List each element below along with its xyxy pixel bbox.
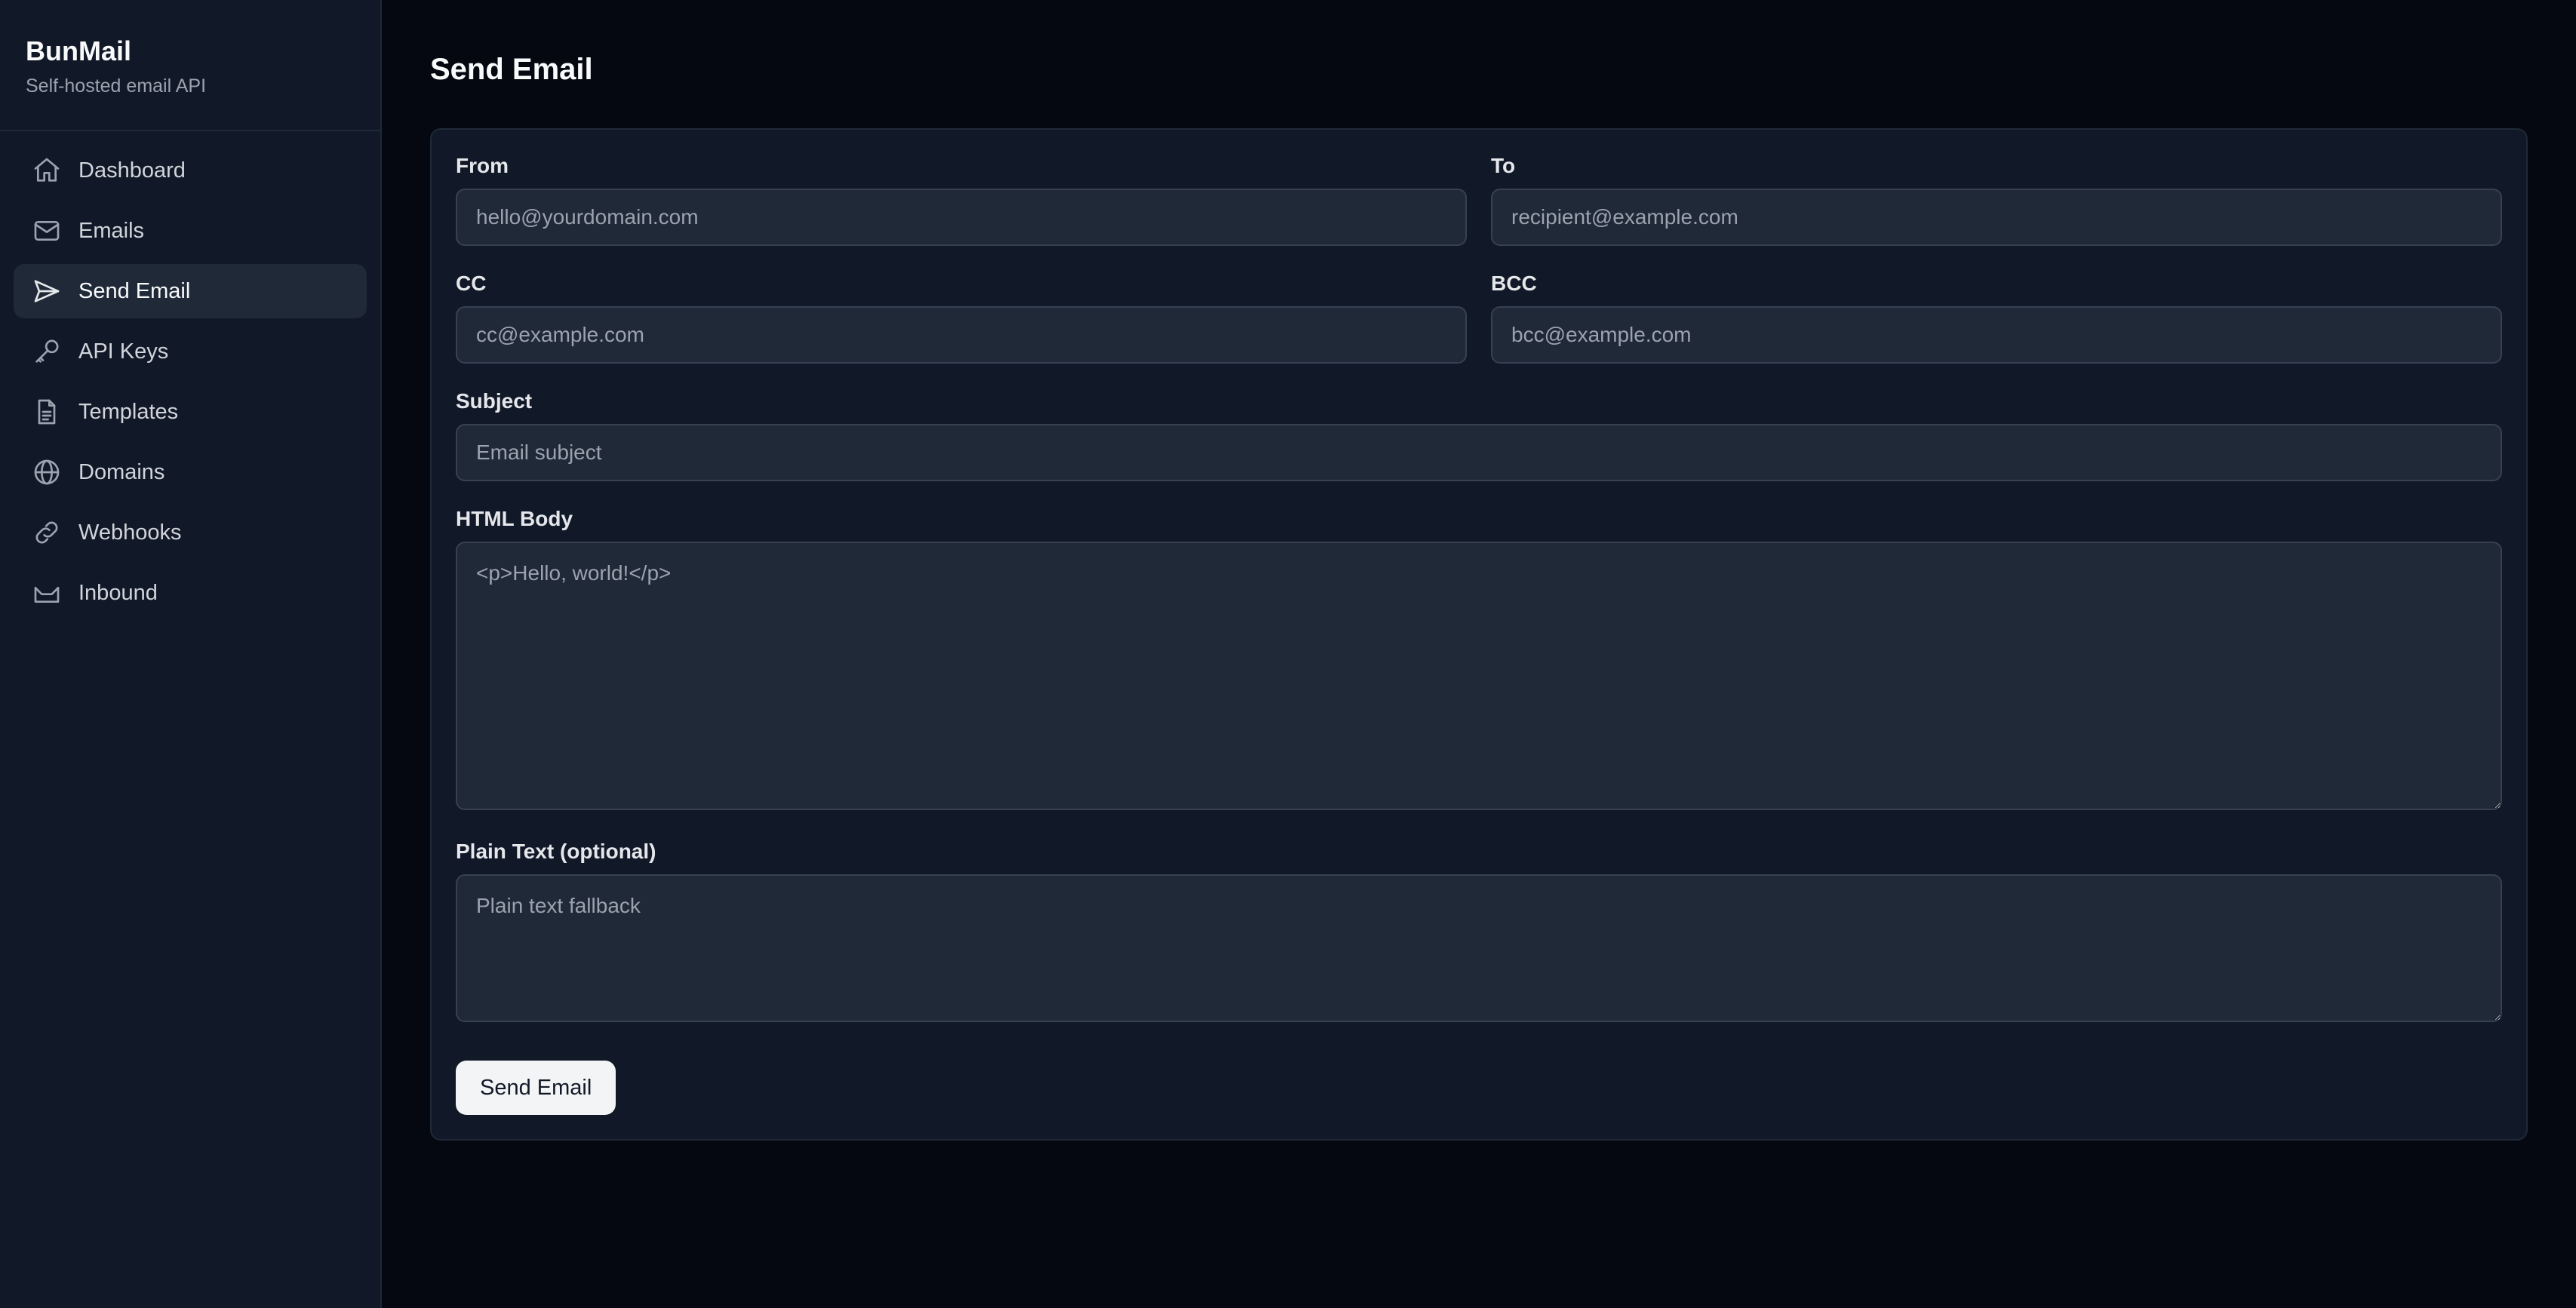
send-email-button[interactable]: Send Email	[456, 1061, 616, 1115]
home-icon	[32, 155, 62, 186]
sidebar-nav: Dashboard Emails Send Email API Keys Tem…	[0, 131, 380, 638]
cc-label: CC	[456, 272, 487, 295]
webhook-icon	[32, 517, 62, 548]
html-body-textarea[interactable]	[456, 542, 2502, 810]
file-text-icon	[32, 397, 62, 427]
html-body-label: HTML Body	[456, 507, 573, 530]
to-label: To	[1491, 154, 1516, 177]
cc-field-group: CC	[456, 270, 1467, 364]
send-icon	[32, 276, 62, 306]
main-content: Send Email From To CC BCC	[382, 0, 2576, 1308]
from-field-group: From	[456, 152, 1467, 246]
plain-text-label: Plain Text (optional)	[456, 840, 656, 863]
sidebar-item-send-email[interactable]: Send Email	[14, 264, 367, 318]
sidebar-item-label: Emails	[78, 218, 145, 243]
cc-input[interactable]	[456, 306, 1467, 364]
sidebar-item-inbound[interactable]: Inbound	[14, 566, 367, 620]
sidebar-item-label: Inbound	[78, 580, 158, 605]
app-title: BunMail	[26, 35, 131, 66]
globe-icon	[32, 457, 62, 487]
sidebar-item-label: Send Email	[78, 278, 191, 303]
sidebar: BunMail Self-hosted email API Dashboard …	[0, 0, 382, 1308]
html-body-field-group: HTML Body	[456, 505, 2502, 814]
sidebar-item-label: Webhooks	[78, 520, 182, 545]
sidebar-item-label: Templates	[78, 399, 179, 424]
subject-input[interactable]	[456, 424, 2502, 481]
bcc-input[interactable]	[1491, 306, 2502, 364]
plain-text-field-group: Plain Text (optional)	[456, 838, 2502, 1026]
form-row-cc-bcc: CC BCC	[456, 270, 2502, 388]
bcc-label: BCC	[1491, 272, 1537, 295]
brand: BunMail Self-hosted email API	[0, 0, 380, 131]
sidebar-item-api-keys[interactable]: API Keys	[14, 324, 367, 379]
sidebar-item-emails[interactable]: Emails	[14, 204, 367, 258]
page-title: Send Email	[430, 53, 593, 86]
key-icon	[32, 336, 62, 367]
sidebar-item-label: Dashboard	[78, 158, 186, 183]
inbox-icon	[32, 578, 62, 608]
bcc-field-group: BCC	[1491, 270, 2502, 364]
sidebar-item-domains[interactable]: Domains	[14, 445, 367, 499]
sidebar-item-templates[interactable]: Templates	[14, 385, 367, 439]
sidebar-item-webhooks[interactable]: Webhooks	[14, 505, 367, 560]
to-field-group: To	[1491, 152, 2502, 246]
subject-field-group: Subject	[456, 388, 2502, 481]
form-row-from-to: From To	[456, 152, 2502, 270]
subject-label: Subject	[456, 389, 533, 413]
from-label: From	[456, 154, 509, 177]
send-email-form: From To CC BCC Subject	[430, 128, 2528, 1141]
app-subtitle: Self-hosted email API	[26, 75, 207, 97]
app-root: BunMail Self-hosted email API Dashboard …	[0, 0, 2576, 1308]
from-input[interactable]	[456, 189, 1467, 246]
to-input[interactable]	[1491, 189, 2502, 246]
sidebar-item-dashboard[interactable]: Dashboard	[14, 143, 367, 198]
plain-text-textarea[interactable]	[456, 874, 2502, 1022]
mail-icon	[32, 216, 62, 246]
sidebar-item-label: API Keys	[78, 339, 169, 364]
sidebar-item-label: Domains	[78, 459, 165, 484]
